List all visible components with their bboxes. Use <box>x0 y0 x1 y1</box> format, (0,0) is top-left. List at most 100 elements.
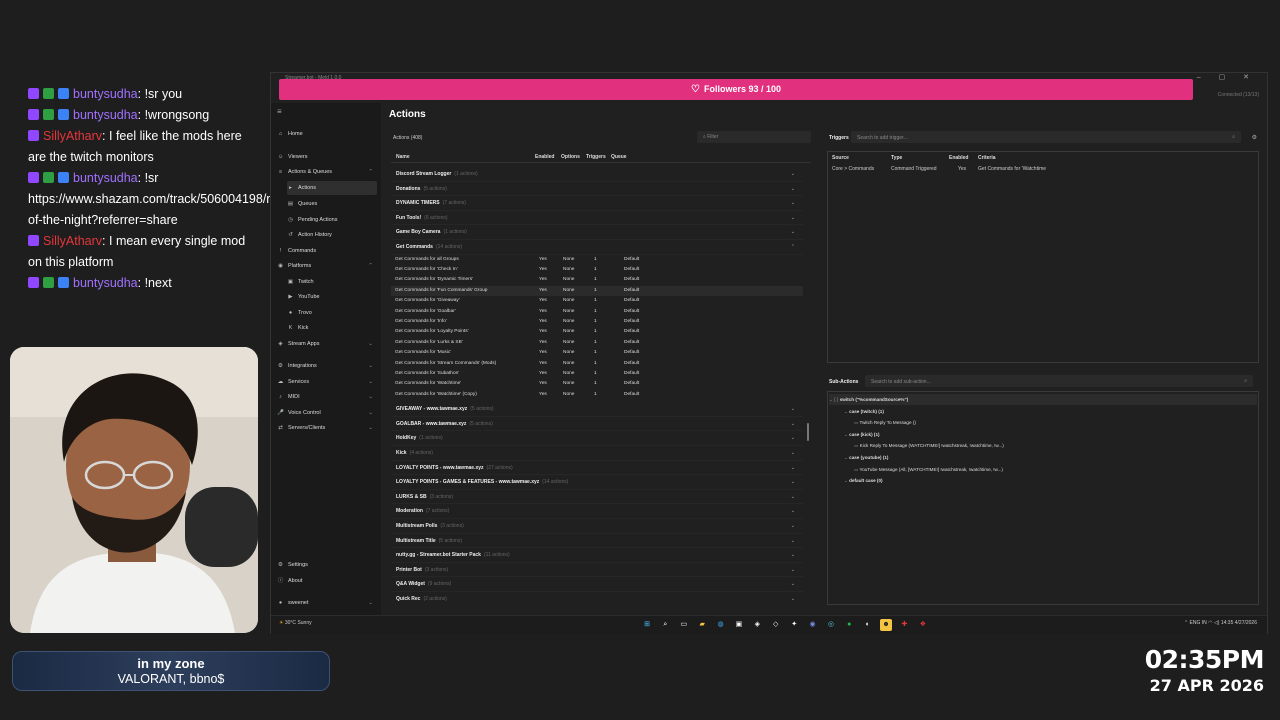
action-row[interactable]: Get Commands for 'Fun Commands' Group Yes… <box>391 285 803 297</box>
actions-scrollbar[interactable] <box>807 423 809 441</box>
chevron-down-icon[interactable]: ⌄ <box>791 504 795 519</box>
sidebar-item-kick[interactable]: K Kick <box>287 321 377 335</box>
sidebar-item-action-history[interactable]: ↺ Action History <box>287 228 377 242</box>
chat-username[interactable]: buntysudha <box>73 87 138 101</box>
app-icon[interactable]: ◇ <box>770 619 782 631</box>
chevron-down-icon[interactable]: ⌄ <box>368 375 373 389</box>
subaction-node[interactable]: ⌄ case (youtube) (1) <box>844 452 888 463</box>
chevron-down-icon[interactable]: ⌄ <box>791 196 795 211</box>
trigger-source[interactable]: Core > Commands <box>832 166 874 172</box>
col-type[interactable]: Type <box>891 155 902 161</box>
sidebar-item-viewers[interactable]: ☺ Viewers <box>277 150 377 164</box>
col-enabled[interactable]: Enabled <box>535 154 554 160</box>
sidebar-item-settings[interactable]: ⚙ Settings <box>277 558 377 572</box>
subaction-node[interactable]: ⌄ case (twitch) (1) <box>844 406 884 417</box>
sidebar-item-platforms[interactable]: ◉ Platforms ⌃ <box>277 259 377 273</box>
app-icon[interactable]: ✦ <box>788 619 800 631</box>
system-tray[interactable]: ⌃ ENG IN ◠ ◁) 14:35 4/27/2026 <box>1184 620 1257 626</box>
chevron-down-icon[interactable]: ⌄ <box>368 359 373 373</box>
action-group-row[interactable]: LOYALTY POINTS - GAMES & FEATURES - www.… <box>391 475 803 490</box>
action-group-row[interactable]: HoldKey (1 actions) ⌄ <box>391 431 803 446</box>
sidebar-item-midi[interactable]: ♪ MIDI ⌄ <box>277 390 377 404</box>
sidebar-item-stream-apps[interactable]: ◈ Stream Apps ⌄ <box>277 337 377 351</box>
store-icon[interactable]: ▣ <box>733 619 745 631</box>
windows-start-icon[interactable]: ⊞ <box>641 619 653 631</box>
action-group-row[interactable]: Multistream Title (5 actions) ⌄ <box>391 534 803 549</box>
subaction-node[interactable]: ▭ Kick Reply To Message (WATCHTIME!] !wa… <box>854 440 1004 451</box>
chevron-down-icon[interactable]: ⌄ <box>791 211 795 226</box>
filter-input[interactable]: ⌕ Filter <box>697 131 811 143</box>
col-triggers[interactable]: Triggers <box>586 154 606 160</box>
sidebar-item-trovo[interactable]: ● Trovo <box>287 306 377 320</box>
chevron-down-icon[interactable]: ⌄ <box>791 402 795 417</box>
edge-icon[interactable]: ◍ <box>715 619 727 631</box>
chevron-up-icon[interactable]: ⌃ <box>368 165 373 179</box>
action-group-row[interactable]: Quick Rec (2 actions) ⌄ <box>391 592 803 605</box>
chevron-down-icon[interactable]: ⌄ <box>791 563 795 578</box>
app-icon[interactable]: ◎ <box>825 619 837 631</box>
subaction-node[interactable]: ▭ Twitch Reply To Message () <box>854 417 916 428</box>
chevron-down-icon[interactable]: ⌄ <box>791 519 795 534</box>
trigger-type[interactable]: Command Triggered <box>891 166 937 172</box>
chevron-down-icon[interactable]: ⌄ <box>791 475 795 490</box>
sidebar-item-pending-actions[interactable]: ◷ Pending Actions <box>287 213 377 227</box>
chevron-up-icon[interactable]: ⌃ <box>791 240 795 255</box>
trigger-criteria[interactable]: Get Commands for 'Watchtime <box>978 166 1046 172</box>
chevron-down-icon[interactable]: ⌄ <box>791 577 795 592</box>
obs-icon[interactable]: ◐ <box>862 619 874 631</box>
app-icon[interactable]: ✚ <box>898 619 910 631</box>
action-group-row[interactable]: GOALBAR - www.tawmae.xyz (5 actions) ⌄ <box>391 417 803 432</box>
chat-username[interactable]: buntysudha <box>73 171 138 185</box>
chevron-down-icon[interactable]: ⌄ <box>791 534 795 549</box>
sidebar-item-youtube[interactable]: ▶ YouTube <box>287 290 377 304</box>
action-row[interactable]: Get Commands for 'Watchtime' Yes None 1 Defa… <box>391 379 803 389</box>
sidebar-item-actions[interactable]: ▸ Actions <box>287 181 377 195</box>
action-group-row[interactable]: Moderation (7 actions) ⌄ <box>391 504 803 519</box>
chevron-down-icon[interactable]: ⌄ <box>791 548 795 563</box>
task-view-icon[interactable]: ▭ <box>678 619 690 631</box>
action-group-row[interactable]: Game Boy Camera (1 actions) ⌄ <box>391 225 803 240</box>
action-row[interactable]: Get Commands for 'Giveaway' Yes None 1 Defau… <box>391 296 803 306</box>
action-group-row[interactable]: Fun Tools! (6 actions) ⌄ <box>391 211 803 226</box>
tray-time[interactable]: 14:35 <box>1221 620 1234 626</box>
chat-username[interactable]: SillyAtharv <box>43 234 102 248</box>
action-group-row[interactable]: Q&A Widget (9 actions) ⌄ <box>391 577 803 592</box>
lang-indicator[interactable]: ENG IN <box>1190 620 1207 626</box>
action-group-row[interactable]: Discord Stream Logger (1 actions) ⌄ <box>391 167 803 182</box>
col-name[interactable]: Name <box>396 154 410 160</box>
subaction-node[interactable]: ⌄ case (kick) (1) <box>844 429 880 440</box>
sidebar-item-home[interactable]: ⌂ Home <box>277 127 377 141</box>
file-explorer-icon[interactable]: ▰ <box>696 619 708 631</box>
chat-username[interactable]: SillyAtharv <box>43 129 102 143</box>
sidebar-item-queues[interactable]: ▤ Queues <box>287 197 377 211</box>
action-group-row[interactable]: Get Commands (14 actions) ⌃ <box>391 240 803 255</box>
sidebar-item-servers-clients[interactable]: ⇄ Servers/Clients ⌄ <box>277 421 377 435</box>
chevron-down-icon[interactable]: ⌄ <box>368 337 373 351</box>
action-group-row[interactable]: Kick (4 actions) ⌄ <box>391 446 803 461</box>
menu-icon[interactable]: ≡ <box>277 107 282 116</box>
window-controls[interactable]: – ▢ ✕ <box>1197 73 1257 81</box>
sidebar-item-voice-control[interactable]: 🎤 Voice Control ⌄ <box>277 406 377 420</box>
chevron-down-icon[interactable]: ⌄ <box>791 225 795 240</box>
chevron-up-icon[interactable]: ⌃ <box>368 259 373 273</box>
chevron-down-icon[interactable]: ⌄ <box>791 461 795 476</box>
tray-date[interactable]: 4/27/2026 <box>1235 620 1257 626</box>
col-criteria[interactable]: Criteria <box>978 155 996 161</box>
trigger-search-input[interactable]: Search to add trigger... ⌕ <box>851 131 1241 143</box>
sidebar-item-about[interactable]: ⓘ About <box>277 574 377 588</box>
spotify-icon[interactable]: ● <box>843 619 855 631</box>
action-row[interactable]: Get Commands for all Groups Yes None 1 Defau… <box>391 255 803 265</box>
action-row[interactable]: Get Commands for 'Lurks & SB' Yes None 1 Def… <box>391 338 803 348</box>
sidebar-item-twitch[interactable]: ▣ Twitch <box>287 275 377 289</box>
chat-username[interactable]: buntysudha <box>73 276 138 290</box>
chat-username[interactable]: buntysudha <box>73 108 138 122</box>
action-row[interactable]: Get Commands for 'Watchtime' (Copy) Yes No… <box>391 390 803 400</box>
sidebar-item-actions-queues[interactable]: ≡ Actions & Queues ⌃ <box>277 165 377 179</box>
action-row[interactable]: Get Commands for 'Check In' Yes None 1 Defau… <box>391 265 803 275</box>
app-icon[interactable]: ☻ <box>880 619 893 631</box>
action-group-row[interactable]: Printer Bot (3 actions) ⌄ <box>391 563 803 578</box>
col-enabled[interactable]: Enabled <box>949 155 968 161</box>
action-row[interactable]: Get Commands for 'Music' Yes None 1 Default <box>391 348 803 358</box>
action-group-row[interactable]: Multistream Polls (3 actions) ⌄ <box>391 519 803 534</box>
weather-widget[interactable]: ☀ 30°C Sunny <box>279 620 312 626</box>
